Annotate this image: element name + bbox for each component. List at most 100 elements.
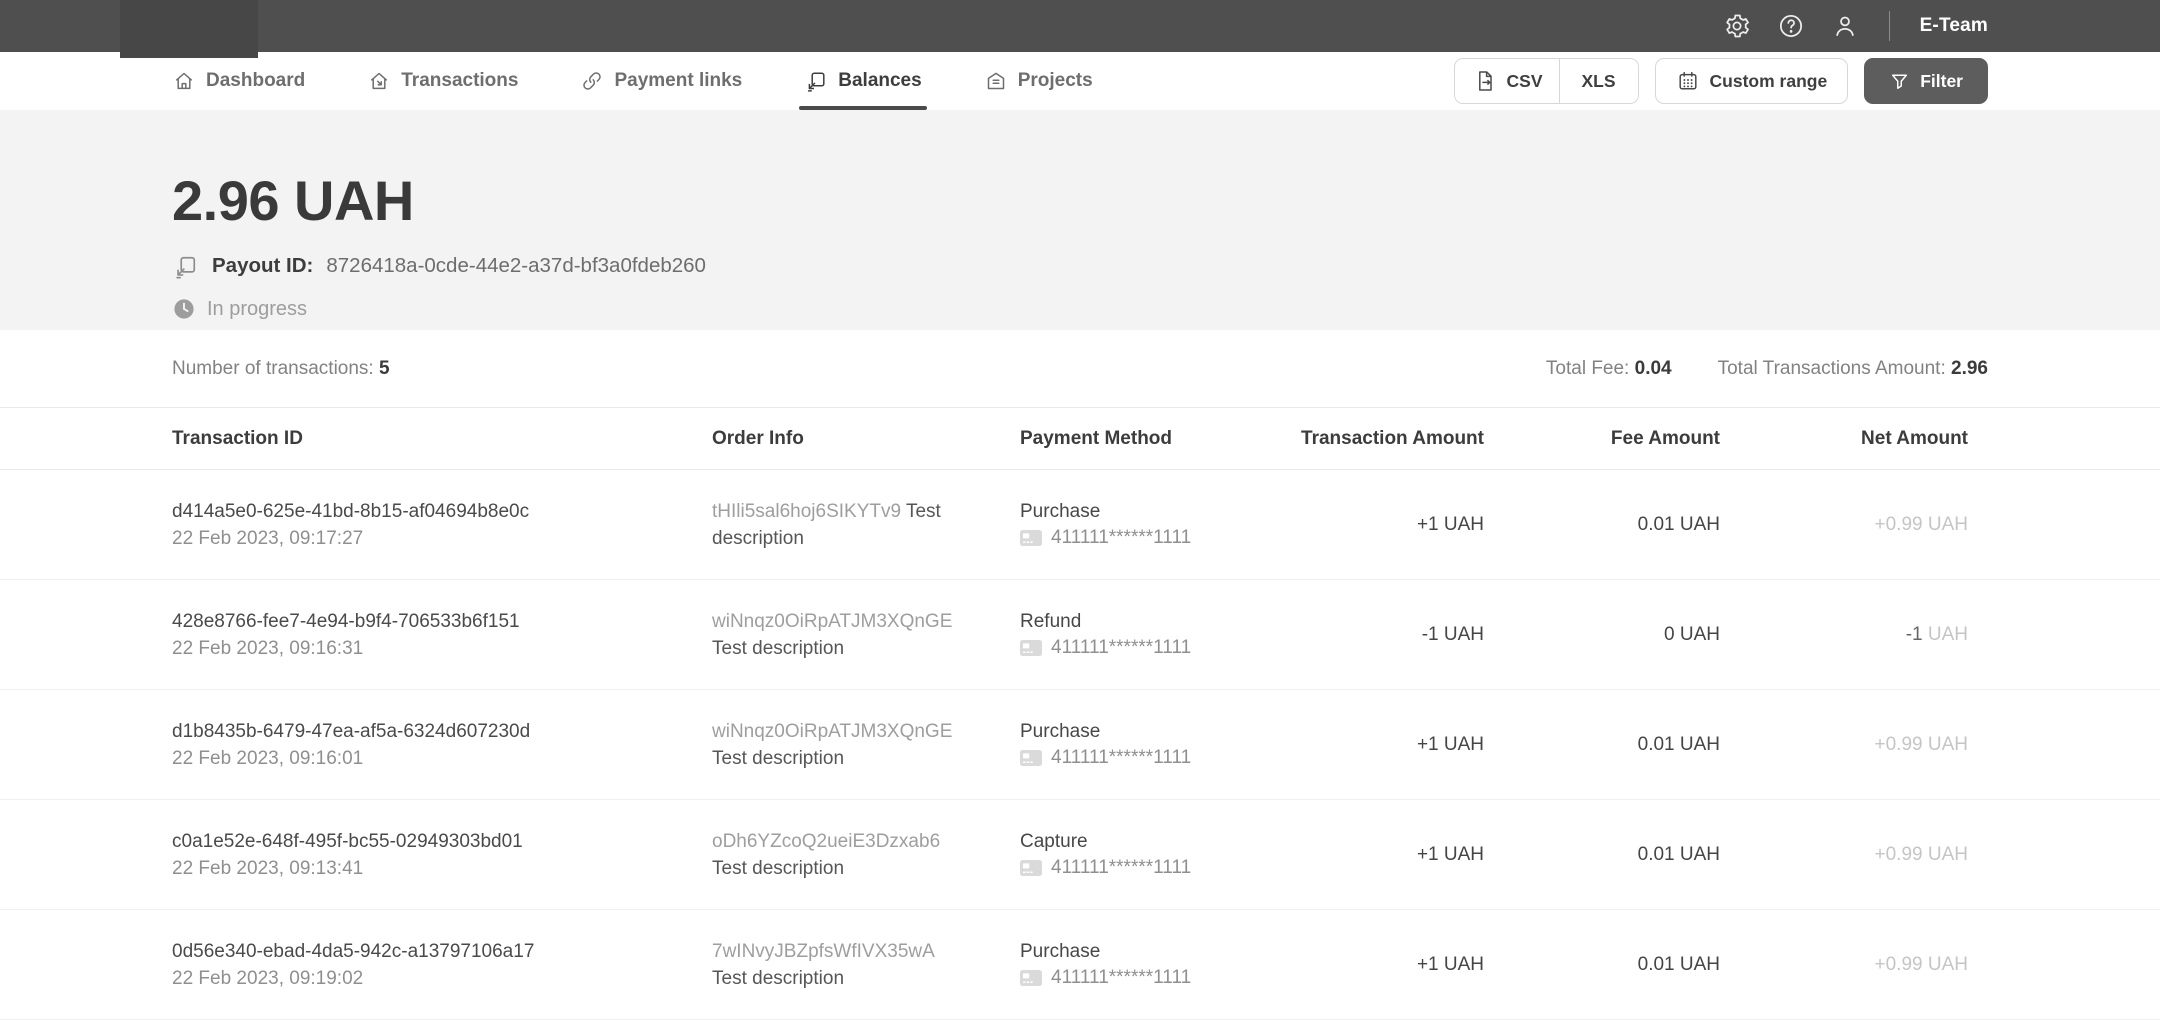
export-csv-button[interactable]: CSV [1454, 59, 1559, 103]
filter-button-label: Filter [1920, 70, 1963, 91]
funnel-icon [1889, 71, 1910, 92]
home-icon [172, 69, 196, 93]
settings-gear-icon[interactable] [1723, 12, 1751, 40]
net-amount-value: +0.99 [1874, 843, 1923, 865]
card-line: 411111******1111 [1020, 525, 1292, 552]
tab-label: Payment links [614, 70, 743, 91]
order-description: Test description [712, 637, 845, 659]
help-icon[interactable] [1777, 12, 1805, 40]
payment-method-cell: Refund 411111******1111 [1020, 608, 1292, 662]
order-description: Test description [712, 967, 845, 989]
fee-amount: 0.01 UAH [1637, 843, 1720, 865]
payment-method: Capture [1020, 830, 1088, 852]
credit-card-icon [1020, 750, 1042, 766]
header-transaction-amount: Transaction Amount [1301, 427, 1484, 449]
transactions-count-value: 5 [378, 357, 390, 379]
csv-button-label: CSV [1506, 70, 1543, 91]
filter-button[interactable]: Filter [1864, 58, 1988, 104]
card-line: 411111******1111 [1020, 855, 1292, 882]
net-amount-currency: UAH [1927, 843, 1968, 865]
table-row[interactable]: c0a1e52e-648f-495f-bc55-02949303bd01 22 … [0, 800, 2160, 910]
fee-amount: 0.01 UAH [1637, 953, 1720, 975]
order-info-cell: wiNnqz0OiRpATJM3XQnGE Test description [712, 608, 972, 662]
transaction-date: 22 Feb 2023, 09:16:31 [172, 637, 364, 659]
card-number: 411111******1111 [1051, 637, 1192, 658]
transactions-count: Number of transactions: 5 [172, 358, 390, 380]
order-id: wiNnqz0OiRpATJM3XQnGE [712, 720, 953, 742]
transaction-date: 22 Feb 2023, 09:16:01 [172, 747, 364, 769]
topbar: E-Team [0, 0, 2160, 52]
transaction-id-cell: c0a1e52e-648f-495f-bc55-02949303bd01 22 … [172, 828, 712, 882]
transaction-id-cell: 0d56e340-ebad-4da5-942c-a13797106a17 22 … [172, 938, 712, 992]
total-fee: Total Fee: 0.04 [1546, 358, 1672, 380]
table-header: Transaction ID Order Info Payment Method… [0, 408, 2160, 470]
header-net-amount: Net Amount [1861, 427, 1968, 449]
toolbar: CSV XLS Custom range Filter [1453, 58, 1988, 104]
xls-button-label: XLS [1581, 70, 1616, 91]
tab-label: Projects [1017, 70, 1093, 91]
transactions-count-label: Number of transactions: [172, 357, 374, 379]
table-row[interactable]: d414a5e0-625e-41bd-8b15-af04694b8e0c 22 … [0, 470, 2160, 580]
transaction-amount: +1 UAH [1416, 513, 1484, 535]
transaction-amount: +1 UAH [1416, 733, 1484, 755]
team-name[interactable]: E-Team [1920, 15, 1988, 37]
transaction-amount: +1 UAH [1416, 843, 1484, 865]
payout-status: In progress [207, 297, 308, 320]
tab-label: Dashboard [206, 70, 306, 91]
card-number: 411111******1111 [1051, 967, 1192, 988]
transaction-id-cell: d1b8435b-6479-47ea-af5a-6324d607230d 22 … [172, 718, 712, 772]
header-transaction-id: Transaction ID [172, 427, 303, 449]
tab-label: Balances [838, 70, 922, 91]
order-id: oDh6YZcoQ2ueiE3Dzxab6 [712, 830, 941, 852]
card-line: 411111******1111 [1020, 745, 1292, 772]
table-row[interactable]: 0d56e340-ebad-4da5-942c-a13797106a17 22 … [0, 910, 2160, 1020]
card-number: 411111******1111 [1051, 857, 1192, 878]
total-transactions-amount: Total Transactions Amount: 2.96 [1718, 358, 1988, 380]
total-fee-value: 0.04 [1634, 357, 1672, 379]
tab-balances[interactable]: Balances [799, 52, 927, 110]
order-info-cell: oDh6YZcoQ2ueiE3Dzxab6 Test description [712, 828, 972, 882]
net-amount-currency: UAH [1927, 513, 1968, 535]
tab-dashboard[interactable]: Dashboard [172, 52, 305, 110]
table-row[interactable]: 428e8766-fee7-4e94-b9f4-706533b6f151 22 … [0, 580, 2160, 690]
card-number: 411111******1111 [1051, 747, 1192, 768]
transaction-date: 22 Feb 2023, 09:17:27 [172, 527, 364, 549]
transaction-id: 428e8766-fee7-4e94-b9f4-706533b6f151 [172, 610, 520, 632]
transaction-id: 0d56e340-ebad-4da5-942c-a13797106a17 [172, 940, 535, 962]
total-amount-value: 2.96 [1951, 357, 1988, 379]
payout-amount: 2.96 UAH [172, 169, 414, 232]
payment-method: Purchase [1020, 720, 1101, 742]
topbar-divider [1888, 11, 1890, 41]
transaction-amount: -1 UAH [1421, 623, 1484, 645]
tab-projects[interactable]: Projects [984, 52, 1093, 110]
order-description: Test description [712, 747, 845, 769]
net-amount: +0.99 UAH [1720, 844, 1988, 866]
total-fee-label: Total Fee: [1545, 357, 1630, 379]
order-info-cell: 7wINvyJBZpfsWfIVX35wA Test description [712, 938, 972, 992]
active-tab-indicator [799, 106, 927, 110]
card-line: 411111******1111 [1020, 635, 1292, 662]
net-amount-value: +0.99 [1874, 733, 1923, 755]
fee-amount: 0 UAH [1664, 623, 1720, 645]
net-amount-value: +0.99 [1874, 513, 1923, 535]
payment-method: Refund [1020, 610, 1082, 632]
totals-right: Total Fee: 0.04 Total Transactions Amoun… [1546, 358, 1988, 380]
transactions-icon [367, 69, 391, 93]
card-number: 411111******1111 [1051, 527, 1192, 548]
credit-card-icon [1020, 640, 1042, 656]
user-icon[interactable] [1831, 12, 1859, 40]
payout-status-row: In progress [172, 296, 1988, 322]
table-row[interactable]: d1b8435b-6479-47ea-af5a-6324d607230d 22 … [0, 690, 2160, 800]
custom-range-button[interactable]: Custom range [1654, 58, 1849, 104]
navbar: Dashboard Transactions Payment links Bal… [0, 52, 2160, 110]
tab-transactions[interactable]: Transactions [367, 52, 518, 110]
net-amount: -1 UAH [1720, 624, 1988, 646]
transaction-id: d414a5e0-625e-41bd-8b15-af04694b8e0c [172, 500, 530, 522]
export-xls-button[interactable]: XLS [1559, 59, 1638, 103]
link-icon [580, 69, 604, 93]
transaction-id: c0a1e52e-648f-495f-bc55-02949303bd01 [172, 830, 523, 852]
calendar-icon [1676, 69, 1700, 93]
tab-payment-links[interactable]: Payment links [580, 52, 742, 110]
payment-method: Purchase [1020, 500, 1101, 522]
order-info-cell: tHIli5sal6hoj6SIKYTv9 Test description [712, 498, 972, 552]
